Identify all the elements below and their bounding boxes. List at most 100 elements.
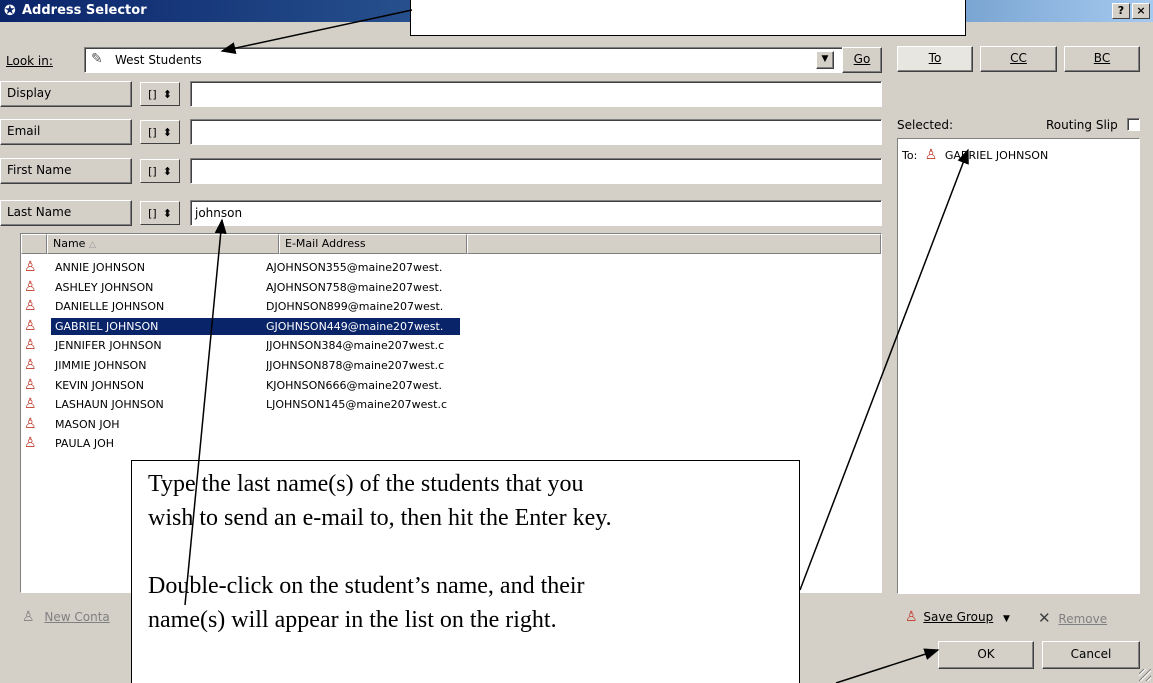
row-name: ASHLEY JOHNSON [55,280,154,294]
new-contact-label: New Conta [44,610,110,624]
selected-entry[interactable]: To: ♙ GABRIEL JOHNSON [902,147,1048,163]
cancel-button[interactable]: Cancel [1042,641,1140,669]
row-email: KJOHNSON666@maine207west. [266,378,443,392]
table-row[interactable]: ♙ LASHAUN JOHNSON LJOHNSON145@maine207west… [21,395,466,414]
table-row[interactable]: ♙ GABRIEL JOHNSON GJOHNSON449@maine207west… [21,317,466,336]
selected-entry-name: GABRIEL JOHNSON [944,149,1049,162]
email-filter-button[interactable]: Email [0,119,132,145]
first-name-filter-button[interactable]: First Name [0,158,132,184]
arrow-to-ok-button [835,648,940,683]
email-operator-button[interactable]: [] ⬍ [140,120,180,144]
display-operator-button[interactable]: [] ⬍ [140,82,180,106]
display-filter-button[interactable]: Display [0,81,132,107]
instruction-line-2: wish to send an e-mail to, then hit the … [148,505,612,531]
row-email: GJOHNSON449@maine207west. [262,317,460,335]
chevron-down-icon: ▼ [1003,614,1010,624]
empty-column-header [467,234,881,254]
display-field[interactable] [190,81,882,107]
row-email: LJOHNSON145@maine207west.c [266,398,447,412]
icon-column-header[interactable] [21,234,47,254]
close-button[interactable]: × [1132,3,1150,19]
routing-slip-checkbox[interactable] [1127,118,1140,131]
person-icon: ♙ [24,357,37,373]
first-name-operator-button[interactable]: [] ⬍ [140,159,180,183]
table-row[interactable]: ♙ JENNIFER JOHNSON JJOHNSON384@maine207wes… [21,336,466,355]
top-callout-box [410,0,966,36]
person-icon: ♙ [24,415,37,432]
up-down-icon: ⬍ [162,164,172,178]
resize-grip[interactable] [1139,669,1151,681]
row-name: DANIELLE JOHNSON [55,300,165,314]
selected-entry-prefix: To: [902,149,918,162]
row-name: KEVIN JOHNSON [55,378,144,392]
new-contact-button[interactable]: ♙ New Conta [22,609,110,625]
email-field[interactable] [190,119,882,145]
save-group-button[interactable]: ♙ Save Group ▼ [905,609,1010,625]
row-email: DJOHNSON899@maine207west. [266,300,444,314]
up-down-icon: ⬍ [162,125,172,139]
ok-button[interactable]: OK [938,641,1034,669]
person-icon: ♙ [24,376,37,393]
to-button[interactable]: To [897,46,973,72]
look-in-label-text: Look in: [6,54,53,68]
table-row[interactable]: ♙ MASON JOH [21,415,466,434]
row-name: MASON JOH [55,417,120,431]
person-icon: ♙ [24,396,37,413]
email-column-header[interactable]: E-Mail Address [279,234,467,254]
display-operator: [] [148,87,157,101]
go-button[interactable]: Go [842,47,882,73]
selected-list[interactable]: To: ♙ GABRIEL JOHNSON [897,138,1140,594]
selected-label: Selected: [897,118,954,132]
person-icon: ♙ [24,337,37,354]
name-column-header[interactable]: Name △ [47,234,279,254]
save-group-label: Save Group [923,610,994,624]
person-icon: ♙ [924,147,938,163]
email-operator: [] [148,125,157,139]
row-name: LASHAUN JOHNSON [55,398,164,412]
look-in-select[interactable]: ✎ West Students [84,47,848,73]
group-icon: ♙ [905,609,918,625]
row-email: AJOHNSON758@maine207west. [266,280,443,294]
first-name-field[interactable] [190,158,882,184]
routing-slip-label: Routing Slip [1046,118,1118,132]
cc-button-label: CC [1010,51,1027,65]
bc-button[interactable]: BC [1064,46,1140,72]
first-name-operator: [] [148,164,157,178]
person-icon: ♙ [24,259,37,275]
table-row[interactable]: ♙ ANNIE JOHNSON AJOHNSON355@maine207west. [21,258,466,277]
instruction-line-3: Double-click on the student’s name, and … [148,573,585,599]
cc-button[interactable]: CC [980,46,1057,72]
remove-label: Remove [1058,612,1108,626]
person-icon: ♙ [24,317,37,334]
list-header: Name △ E-Mail Address [21,234,881,254]
bc-button-label: BC [1093,51,1111,65]
last-name-field[interactable]: johnson [190,200,882,226]
new-contact-icon: ♙ [22,609,35,625]
go-button-label: Go [853,52,871,66]
table-row[interactable]: ♙ JIMMIE JOHNSON JJOHNSON878@maine207west.… [21,356,466,375]
last-name-filter-button[interactable]: Last Name [0,200,132,226]
table-row[interactable]: ♙ ASHLEY JOHNSON AJOHNSON758@maine207west. [21,278,466,297]
name-column-label: Name [53,237,86,250]
window-title: Address Selector [22,3,147,18]
up-down-icon: ⬍ [162,206,172,220]
row-email: JJOHNSON384@maine207west.c [266,339,445,353]
person-icon: ♙ [24,435,37,452]
sort-ascending-icon: △ [88,240,96,250]
remove-button[interactable]: ✕ Remove [1038,609,1107,627]
help-button[interactable]: ? [1112,3,1130,19]
last-name-operator: [] [148,206,157,220]
person-icon: ♙ [24,278,37,295]
look-in-value: West Students [115,53,202,67]
person-icon: ♙ [24,298,37,315]
row-name: PAULA JOH [55,437,115,451]
row-name: JIMMIE JOHNSON [55,359,147,372]
up-down-icon: ⬍ [162,87,172,101]
table-row[interactable]: ♙ DANIELLE JOHNSON DJOHNSON899@maine207wes… [21,297,466,316]
look-in-dropdown-button[interactable]: ▼ [816,51,834,69]
last-name-operator-button[interactable]: [] ⬍ [140,201,180,225]
row-name: GABRIEL JOHNSON [51,317,262,335]
table-row[interactable]: ♙ PAULA JOH [21,434,466,453]
row-name: JENNIFER JOHNSON [55,339,162,353]
table-row[interactable]: ♙ KEVIN JOHNSON KJOHNSON666@maine207west. [21,376,466,395]
